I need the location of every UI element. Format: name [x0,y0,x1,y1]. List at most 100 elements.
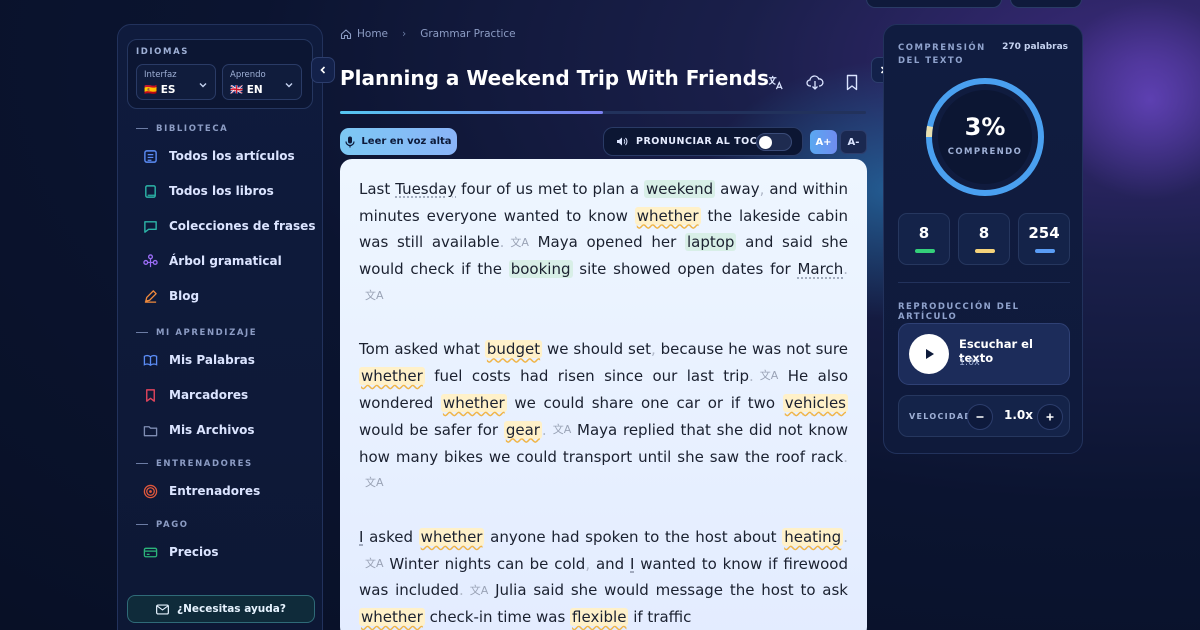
sidebar-item-all-articles[interactable]: Todos los artículos [142,145,295,167]
page-title: Planning a Weekend Trip With Friends [340,66,769,90]
font-decrease-button[interactable]: A- [840,130,867,154]
sidebar-item-label: Blog [169,289,200,303]
comprehension-label: COMPRENSIÓN DEL TEXTO [898,43,986,66]
sidebar-item-blog[interactable]: Blog [142,285,199,307]
comprehension-sub-label: COMPRENDO [947,147,1023,157]
download-icon[interactable] [806,73,824,91]
sidebar-item-label: Todos los artículos [169,149,295,163]
chevron-right-icon: › [402,28,407,40]
breadcrumb-home[interactable]: Home [357,28,388,40]
reading-progress-bar [340,111,866,114]
top-tab-2[interactable] [1010,0,1082,8]
pencil-icon [142,288,158,304]
translate-icon[interactable]: 文A [365,470,384,497]
word-count: 270 palabras [1002,42,1068,52]
speed-increase-button[interactable] [1037,404,1063,430]
sidebar-item-my-words[interactable]: Mis Palabras [142,349,255,371]
section-label-trainers: ENTRENADORES [136,459,253,469]
tree-icon [142,253,158,269]
mail-icon [156,603,169,615]
interface-language-select[interactable]: Interfaz 🇪🇸 ES [136,64,216,100]
stat-value: 8 [978,224,990,242]
translate-icon[interactable]: 文A [365,283,384,310]
breadcrumb: Home › Grammar Practice [340,28,516,40]
chevron-down-icon [284,80,294,93]
sidebar-item-label: Precios [169,545,219,559]
chevron-down-icon [198,80,208,93]
sidebar-item-pricing[interactable]: Precios [142,541,218,563]
pronounce-label: PRONUNCIAR AL TOCAR [636,136,773,147]
articles-icon [142,148,158,164]
translate-icon[interactable]: 文A [365,551,384,578]
open-book-icon [142,352,158,368]
sidebar-item-label: Árbol gramatical [169,254,282,268]
sidebar-item-label: Mis Archivos [169,423,255,437]
chevron-left-icon [320,66,326,74]
listen-card[interactable]: Escuchar el texto 1.0x [898,323,1070,385]
help-button[interactable]: ¿Necesitas ayuda? [127,595,315,623]
bookmark-icon[interactable] [843,73,861,91]
speed-control: VELOCIDAD 1.0x [898,395,1070,437]
section-label-library: BIBLIOTECA [136,124,228,134]
translate-icon[interactable]: 文A [553,417,572,444]
sidebar-item-phrase-collections[interactable]: Colecciones de frases [142,215,315,237]
translate-icon[interactable] [766,73,784,91]
languages-title: IDIOMAS [136,47,189,57]
speaker-icon [617,137,628,146]
folder-icon [142,422,158,438]
sidebar-item-label: Colecciones de frases [169,219,316,233]
breadcrumb-current[interactable]: Grammar Practice [420,28,515,40]
playback-label: REPRODUCCIÓN DEL ARTÍCULO [898,302,1020,322]
learning-label: Aprendo [230,70,266,80]
font-increase-button[interactable]: A+ [810,130,837,154]
sidebar-item-all-books[interactable]: Todos los libros [142,180,274,202]
translate-icon[interactable]: 文A [760,363,779,390]
language-box: IDIOMAS Interfaz 🇪🇸 ES Aprendo 🇬🇧 EN [127,39,313,109]
speed-decrease-button[interactable] [967,404,993,430]
interface-value: 🇪🇸 ES [144,84,176,96]
sidebar-item-bookmarks[interactable]: Marcadores [142,384,248,406]
comprehension-percent: 3% [964,113,1006,141]
translate-icon[interactable]: 文A [470,578,489,605]
toggle-knob [759,136,772,149]
stat-bar [975,249,995,253]
plus-icon [1046,413,1054,421]
stat-value: 8 [918,224,930,242]
translate-icon[interactable]: 文A [510,230,529,257]
sidebar-item-label: Marcadores [169,388,249,402]
chat-icon [142,218,158,234]
learning-value: 🇬🇧 EN [230,84,263,96]
play-button[interactable] [909,334,949,374]
sidebar-item-label: Entrenadores [169,484,261,498]
help-label: ¿Necesitas ayuda? [177,603,286,615]
read-aloud-button[interactable]: Leer en voz alta [340,128,457,155]
card-icon [142,544,158,560]
top-tab-1[interactable] [866,0,1002,8]
stat-learning: 8 [958,213,1010,265]
learning-language-select[interactable]: Aprendo 🇬🇧 EN [222,64,302,100]
sidebar-item-my-files[interactable]: Mis Archivos [142,419,255,441]
microphone-icon [345,136,356,147]
article-text: Last Tuesday four of us met to plan a we… [340,159,867,630]
speed-label: VELOCIDAD [909,412,973,421]
stat-new: 254 [1018,213,1070,265]
reading-progress-fill [340,111,603,114]
target-icon [142,483,158,499]
sidebar-item-trainers[interactable]: Entrenadores [142,480,260,502]
book-icon [142,183,158,199]
stat-known: 8 [898,213,950,265]
sidebar-item-label: Mis Palabras [169,353,255,367]
collapse-sidebar-button[interactable] [311,57,335,83]
home-icon [340,29,352,40]
divider [898,282,1070,283]
sidebar: IDIOMAS Interfaz 🇪🇸 ES Aprendo 🇬🇧 EN BIB… [117,24,323,630]
stat-bar [915,249,935,253]
listen-speed: 1.0x [959,357,980,368]
stat-value: 254 [1028,224,1060,242]
section-label-payment: PAGO [136,520,189,530]
read-aloud-label: Leer en voz alta [361,136,452,147]
section-label-my-learning: MI APRENDIZAJE [136,328,257,338]
sidebar-item-label: Todos los libros [169,184,274,198]
pronounce-toggle[interactable] [756,133,792,151]
sidebar-item-grammar-tree[interactable]: Árbol gramatical [142,250,282,272]
